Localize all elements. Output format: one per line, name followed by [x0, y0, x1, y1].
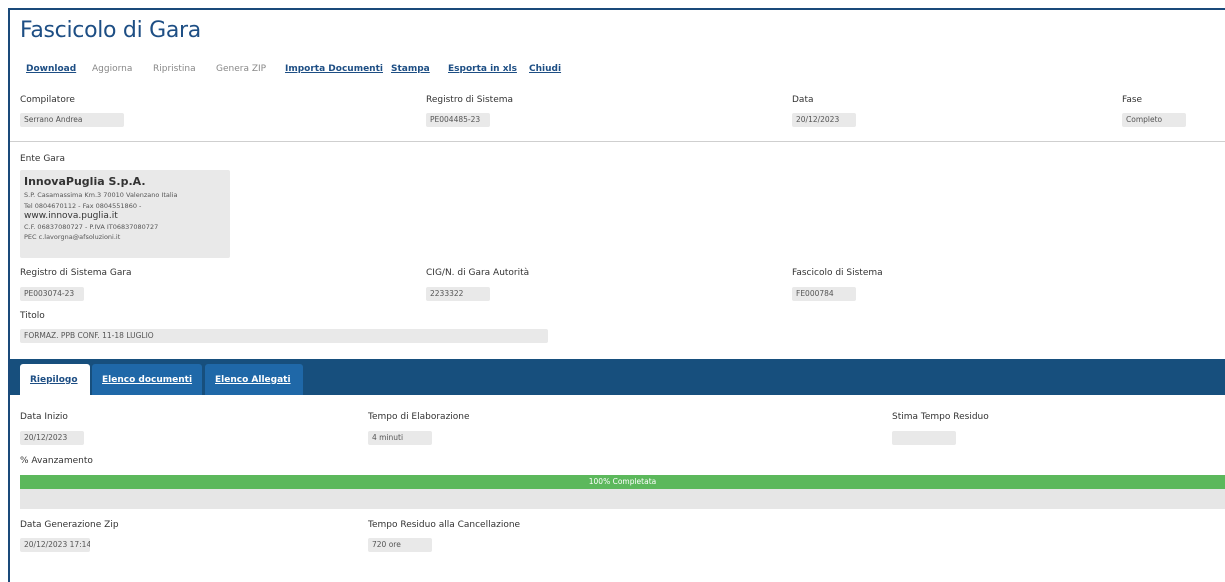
compilatore-value: Serrano Andrea [20, 113, 124, 127]
tab-riepilogo[interactable]: Riepilogo [20, 364, 90, 395]
registro-gara-label: Registro di Sistema Gara [20, 268, 132, 278]
ente-pec: PEC c.lavorgna@afsoluzioni.it [24, 233, 121, 241]
ente-gara-label: Ente Gara [20, 154, 66, 164]
ente-address: S.P. Casamassima Km.3 70010 Valenzano It… [24, 191, 178, 199]
registro-value: PE004485-23 [426, 113, 490, 127]
ente-website: www.innova.puglia.it [24, 211, 118, 221]
tab-elenco-allegati[interactable]: Elenco Allegati [205, 364, 303, 395]
esporta-xls-button[interactable]: Esporta in xls [448, 64, 517, 74]
titolo-label: Titolo [20, 311, 45, 321]
ripristina-button: Ripristina [153, 64, 196, 74]
ente-gara-card: InnovaPuglia S.p.A. S.P. Casamassima Km.… [20, 170, 230, 258]
compilatore-label: Compilatore [20, 95, 75, 105]
tempo-elaborazione-value: 4 minuti [368, 431, 432, 445]
aggiorna-button: Aggiorna [92, 64, 133, 74]
data-inizio-value: 20/12/2023 [20, 431, 84, 445]
data-inizio-label: Data Inizio [20, 412, 68, 422]
ente-fiscal: C.F. 06837080727 - P.IVA IT06837080727 [24, 223, 159, 231]
stima-tempo-label: Stima Tempo Residuo [892, 412, 989, 422]
fase-label: Fase [1122, 95, 1143, 105]
progress-bar: 100% Completata [20, 475, 1225, 509]
tempo-elaborazione-label: Tempo di Elaborazione [368, 412, 470, 422]
stima-tempo-value [892, 431, 956, 445]
tempo-cancellazione-value: 720 ore [368, 538, 432, 552]
ente-name: InnovaPuglia S.p.A. [24, 175, 146, 188]
registro-gara-value: PE003074-23 [20, 287, 84, 301]
stampa-button[interactable]: Stampa [391, 64, 430, 74]
progress-text: 100% Completata [588, 477, 657, 486]
divider [10, 141, 1225, 142]
tempo-cancellazione-label: Tempo Residuo alla Cancellazione [368, 520, 521, 530]
registro-label: Registro di Sistema [426, 95, 514, 105]
cig-label: CIG/N. di Gara Autorità [426, 268, 530, 278]
avanzamento-label: % Avanzamento [20, 456, 93, 466]
data-label: Data [792, 95, 814, 105]
titolo-value: FORMAZ. PPB CONF. 11-18 LUGLIO [20, 329, 548, 343]
ente-phone: Tel 0804670112 - Fax 0804551860 - [24, 202, 142, 210]
cig-value: 2233322 [426, 287, 490, 301]
chiudi-button[interactable]: Chiudi [529, 64, 561, 74]
fase-value: Completo [1122, 113, 1186, 127]
fascicolo-label: Fascicolo di Sistema [792, 268, 883, 278]
data-value: 20/12/2023 [792, 113, 856, 127]
genera-zip-button: Genera ZIP [216, 64, 267, 74]
data-zip-value: 20/12/2023 17:14 [20, 538, 90, 552]
download-button[interactable]: Download [26, 64, 76, 74]
fascicolo-value: FE000784 [792, 287, 856, 301]
data-zip-label: Data Generazione Zip [20, 520, 119, 530]
importa-documenti-button[interactable]: Importa Documenti [285, 64, 383, 74]
tab-elenco-documenti[interactable]: Elenco documenti [92, 364, 202, 395]
page-title: Fascicolo di Gara [20, 18, 201, 43]
